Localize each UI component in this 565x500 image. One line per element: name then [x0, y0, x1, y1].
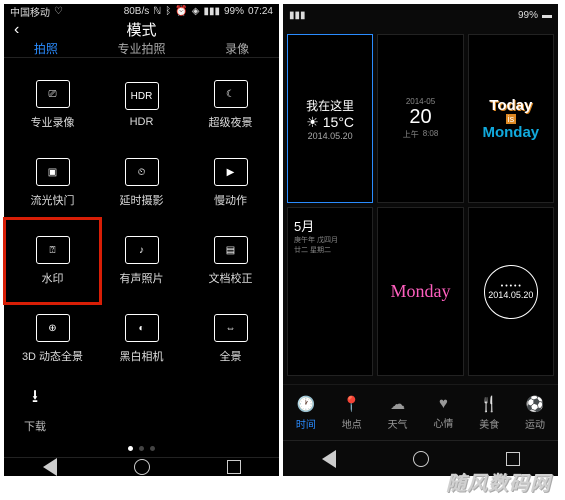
category-tab-运动[interactable]: ⚽ 运动 [525, 395, 545, 431]
mode-icon: ▣ [36, 158, 70, 186]
watermark-category-tabs: 🕐 时间 📍 地点 ☁ 天气 ♥ 心情 🍴 美食 ⚽ 运动 [283, 384, 558, 440]
download-label: 下载 [24, 418, 46, 434]
page-title: 模式 [126, 19, 156, 40]
watermark-bignum[interactable]: 2014-05 20 上午 8:08 [377, 34, 463, 203]
mode-流光快门[interactable]: ▣ 流光快门 [8, 144, 97, 222]
download-icon: ⭳ [32, 384, 38, 414]
watermark-today-is[interactable]: Today is Monday [468, 34, 554, 203]
back-button[interactable]: ‹ [14, 21, 19, 39]
mode-label: 全景 [220, 348, 242, 364]
mode-icon: ⎚ [36, 80, 70, 108]
phone-left: 中国移动 ♡ 80B/s ℕ ᛒ ⏰ ◈ ▮▮▮ 99% 07:24 ‹ 模式 … [4, 4, 279, 476]
tab-pro-photo[interactable]: 专业拍照 [117, 40, 165, 57]
signal-icon: ▮▮▮ [203, 6, 220, 17]
page-dots [4, 440, 279, 457]
category-label: 运动 [525, 416, 545, 431]
mode-延时摄影[interactable]: ⏲ 延时摄影 [97, 144, 186, 222]
category-icon: ☁ [390, 395, 405, 413]
category-icon: ⚽ [526, 395, 545, 413]
stamp-icon: • • • • • 2014.05.20 [484, 265, 538, 319]
nav-home-r[interactable] [413, 451, 429, 467]
watermark-grid: 我在这里 ☀ 15°C 2014.05.20 2014-05 20 上午 8:0… [283, 26, 558, 384]
mode-label: 延时摄影 [120, 192, 164, 208]
mode-文档校正[interactable]: ▤ 文档校正 [186, 222, 275, 300]
clock: 07:24 [248, 6, 273, 17]
mode-icon: ⏲ [125, 158, 159, 186]
category-tab-美食[interactable]: 🍴 美食 [479, 395, 499, 431]
mode-label: 专业录像 [31, 114, 75, 130]
category-tab-时间[interactable]: 🕐 时间 [296, 395, 316, 431]
mode-label: 文档校正 [209, 270, 253, 286]
mode-label: HDR [130, 116, 154, 128]
mode-全景[interactable]: ⇔ 全景 [186, 300, 275, 378]
watermark-month[interactable]: 5月 庚午年 戊四月 廿二 星期二 [287, 207, 373, 376]
category-icon: 📍 [342, 395, 361, 413]
mode-label: 有声照片 [120, 270, 164, 286]
nav-recent-r[interactable] [506, 452, 520, 466]
category-icon: 🕐 [297, 395, 316, 413]
category-label: 时间 [296, 416, 316, 431]
mode-HDR[interactable]: HDR HDR [97, 66, 186, 144]
mode-icon: ▶ [214, 158, 248, 186]
alarm-icon: ⏰ [175, 6, 187, 17]
mode-慢动作[interactable]: ▶ 慢动作 [186, 144, 275, 222]
mode-icon: ◐ [125, 314, 159, 342]
nav-back[interactable] [43, 458, 57, 476]
mode-label: 超级夜景 [209, 114, 253, 130]
category-label: 心情 [433, 415, 453, 430]
top-tabs: 拍照 专业拍照 录像 [4, 40, 279, 58]
bluetooth-icon: ᛒ [165, 6, 171, 17]
tab-photo[interactable]: 拍照 [34, 40, 58, 57]
status-bar: 中国移动 ♡ 80B/s ℕ ᛒ ⏰ ◈ ▮▮▮ 99% 07:24 [4, 4, 279, 19]
category-label: 美食 [479, 416, 499, 431]
site-watermark: 随风数码网 [446, 467, 551, 496]
watermark-script[interactable]: Monday [377, 207, 463, 376]
mode-icon: ⇔ [214, 314, 248, 342]
phone-right: ▮▮▮ 99%▬ 我在这里 ☀ 15°C 2014.05.20 2014-05 … [283, 4, 558, 476]
net-speed: 80B/s [124, 6, 150, 17]
category-label: 地点 [342, 416, 362, 431]
category-tab-地点[interactable]: 📍 地点 [342, 395, 362, 431]
category-tab-天气[interactable]: ☁ 天气 [388, 395, 408, 431]
mode-label: 流光快门 [31, 192, 75, 208]
mode-有声照片[interactable]: ♪ 有声照片 [97, 222, 186, 300]
watermark-stamp[interactable]: • • • • • 2014.05.20 [468, 207, 554, 376]
mode-icon: ▤ [214, 236, 248, 264]
mode-水印[interactable]: ⍰ 水印 [8, 222, 97, 300]
category-tab-心情[interactable]: ♥ 心情 [433, 395, 453, 430]
battery-pct: 99% [224, 6, 244, 17]
mode-label: 黑白相机 [120, 348, 164, 364]
mode-icon: ⊕ [36, 314, 70, 342]
nav-back-r[interactable] [322, 450, 336, 468]
nav-recent[interactable] [227, 460, 241, 474]
mode-icon: HDR [125, 82, 159, 110]
mode-超级夜景[interactable]: ☾ 超级夜景 [186, 66, 275, 144]
mode-icon: ⍰ [36, 236, 70, 264]
title-bar: ‹ 模式 [4, 19, 279, 40]
status-bar-r: ▮▮▮ 99%▬ [283, 4, 558, 26]
mode-label: 3D 动态全景 [22, 348, 83, 364]
mode-黑白相机[interactable]: ◐ 黑白相机 [97, 300, 186, 378]
mode-label: 水印 [42, 270, 64, 286]
download-button[interactable]: ⭳ 下载 [24, 384, 46, 434]
watermark-here[interactable]: 我在这里 ☀ 15°C 2014.05.20 [287, 34, 373, 203]
tab-video[interactable]: 录像 [225, 40, 249, 57]
android-nav [4, 457, 279, 476]
mode-3D 动态全景[interactable]: ⊕ 3D 动态全景 [8, 300, 97, 378]
nav-home[interactable] [134, 459, 150, 475]
mode-grid: ⎚ 专业录像 HDR HDR ☾ 超级夜景 ▣ 流光快门 ⏲ 延时摄影 ▶ 慢动作 ⍰ 水印 ♪ 有声照片 ▤ 文… [4, 58, 279, 378]
mode-label: 慢动作 [214, 192, 247, 208]
wifi-icon: ◈ [192, 6, 200, 17]
category-icon: 🍴 [480, 395, 499, 413]
category-icon: ♥ [439, 395, 448, 412]
mode-icon: ♪ [125, 236, 159, 264]
nfc-icon: ℕ [153, 6, 161, 17]
category-label: 天气 [388, 416, 408, 431]
mode-专业录像[interactable]: ⎚ 专业录像 [8, 66, 97, 144]
mode-icon: ☾ [214, 80, 248, 108]
carrier-label: 中国移动 [10, 4, 50, 19]
